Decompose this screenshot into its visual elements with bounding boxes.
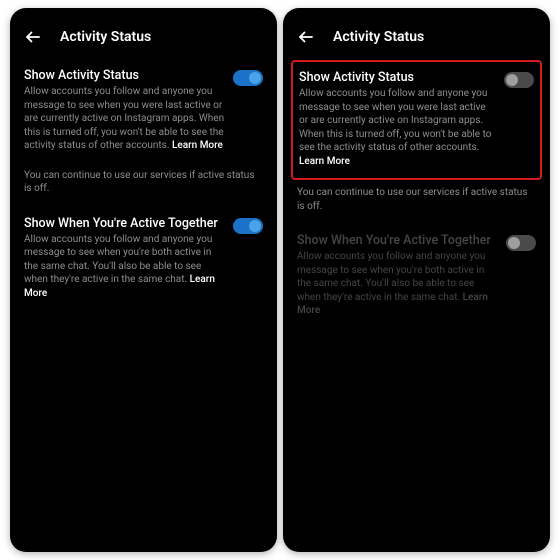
page-title: Activity Status bbox=[333, 29, 424, 45]
learn-more-link[interactable]: Learn More bbox=[172, 140, 223, 151]
show-activity-status-title: Show Activity Status bbox=[299, 70, 496, 85]
header: Activity Status bbox=[297, 20, 536, 60]
active-together-toggle[interactable] bbox=[233, 218, 263, 234]
show-activity-status-title: Show Activity Status bbox=[24, 68, 225, 83]
show-activity-status-block: Show Activity Status Allow accounts you … bbox=[299, 68, 534, 170]
phone-left: Activity Status Show Activity Status All… bbox=[10, 8, 277, 552]
active-together-text: Show When You're Active Together Allow a… bbox=[297, 233, 498, 318]
active-together-desc-text: Allow accounts you follow and anyone you… bbox=[24, 234, 212, 286]
phone-right: Activity Status Show Activity Status All… bbox=[283, 8, 550, 552]
back-arrow-icon[interactable] bbox=[297, 28, 315, 46]
active-together-title: Show When You're Active Together bbox=[24, 216, 225, 231]
back-arrow-icon[interactable] bbox=[24, 28, 42, 46]
show-activity-status-block: Show Activity Status Allow accounts you … bbox=[24, 60, 263, 163]
active-together-block: Show When You're Active Together Allow a… bbox=[24, 208, 263, 311]
info-text: You can continue to use our services if … bbox=[24, 163, 263, 208]
active-together-desc: Allow accounts you follow and anyone you… bbox=[24, 233, 225, 301]
active-together-toggle bbox=[506, 235, 536, 251]
active-together-desc: Allow accounts you follow and anyone you… bbox=[297, 250, 498, 318]
active-together-row: Show When You're Active Together Allow a… bbox=[297, 233, 536, 318]
highlight-box: Show Activity Status Allow accounts you … bbox=[291, 60, 542, 180]
show-activity-status-text: Show Activity Status Allow accounts you … bbox=[299, 70, 496, 168]
learn-more-link[interactable]: Learn More bbox=[299, 156, 350, 167]
show-activity-status-toggle[interactable] bbox=[233, 70, 263, 86]
show-activity-status-toggle[interactable] bbox=[504, 72, 534, 88]
show-activity-status-desc: Allow accounts you follow and anyone you… bbox=[299, 87, 496, 168]
page-title: Activity Status bbox=[60, 29, 151, 45]
show-activity-status-desc-text: Allow accounts you follow and anyone you… bbox=[299, 88, 491, 153]
info-text: You can continue to use our services if … bbox=[297, 180, 536, 225]
show-activity-status-row: Show Activity Status Allow accounts you … bbox=[299, 70, 534, 168]
show-activity-status-row: Show Activity Status Allow accounts you … bbox=[24, 68, 263, 153]
active-together-text: Show When You're Active Together Allow a… bbox=[24, 216, 225, 301]
show-activity-status-text: Show Activity Status Allow accounts you … bbox=[24, 68, 225, 153]
active-together-block: Show When You're Active Together Allow a… bbox=[297, 225, 536, 328]
active-together-desc-text: Allow accounts you follow and anyone you… bbox=[297, 251, 485, 303]
show-activity-status-desc: Allow accounts you follow and anyone you… bbox=[24, 85, 225, 153]
header: Activity Status bbox=[24, 20, 263, 60]
phone-right-inner: Activity Status Show Activity Status All… bbox=[283, 8, 550, 338]
active-together-row: Show When You're Active Together Allow a… bbox=[24, 216, 263, 301]
phone-left-inner: Activity Status Show Activity Status All… bbox=[10, 8, 277, 320]
active-together-title: Show When You're Active Together bbox=[297, 233, 498, 248]
